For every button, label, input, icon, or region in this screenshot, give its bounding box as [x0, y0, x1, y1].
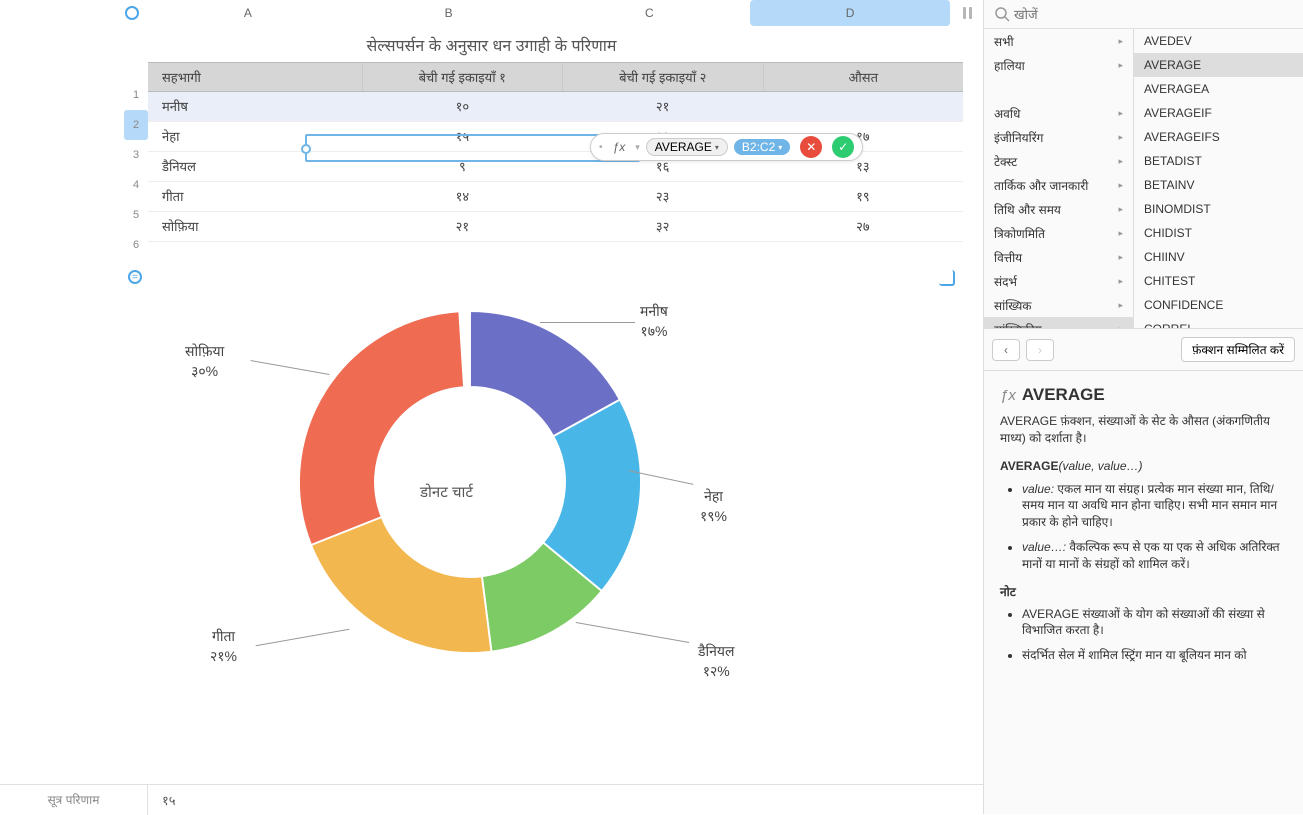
donut-chart: डोनट चार्ट मनीष१७% नेहा१९% डैनियल१२% गीत…: [0, 272, 983, 702]
formula-result-label: सूत्र परिणाम: [0, 785, 148, 815]
category-item[interactable]: तार्किक और जानकारी▸: [984, 173, 1133, 197]
function-item[interactable]: AVERAGEIF: [1134, 101, 1303, 125]
insert-function-button[interactable]: फ़ंक्शन सम्मिलित करें: [1181, 337, 1295, 362]
category-item[interactable]: तिथि और समय▸: [984, 197, 1133, 221]
col-header-b[interactable]: B: [349, 0, 550, 26]
slice-label: मनीष१७%: [640, 302, 668, 341]
category-item[interactable]: सांख्यिकीय▸: [984, 317, 1133, 328]
function-list[interactable]: AVEDEVAVERAGEAVERAGEAAVERAGEIFAVERAGEIFS…: [1134, 29, 1303, 328]
function-item[interactable]: CHIINV: [1134, 245, 1303, 269]
slice-label: नेहा१९%: [700, 487, 727, 526]
category-item[interactable]: संदर्भ▸: [984, 269, 1133, 293]
category-item[interactable]: अवधि▸: [984, 101, 1133, 125]
function-doc: ƒxAVERAGE AVERAGE फ़ंक्शन, संख्याओं के स…: [984, 371, 1303, 814]
function-item[interactable]: BETADIST: [1134, 149, 1303, 173]
function-item[interactable]: BINOMDIST: [1134, 197, 1303, 221]
slice-label: डैनियल१२%: [698, 642, 735, 681]
chart-center-label: डोनट चार्ट: [420, 482, 473, 502]
range-token[interactable]: B2:C2▾: [734, 139, 790, 155]
function-item[interactable]: BETAINV: [1134, 173, 1303, 197]
table-row[interactable]: गीता१४२३१९: [148, 182, 963, 212]
table-row[interactable]: सोफ़िया२१३२२७: [148, 212, 963, 242]
table-title: सेल्सपर्सन के अनुसार धन उगाही के परिणाम: [0, 26, 983, 62]
table-header-row: सहभागी बेची गई इकाइयाँ १ बेची गई इकाइयाँ…: [148, 62, 963, 92]
category-item[interactable]: सभी▸: [984, 29, 1133, 53]
col-header-c[interactable]: C: [550, 0, 751, 26]
category-item[interactable]: वित्तीय▸: [984, 245, 1133, 269]
function-item[interactable]: AVERAGEA: [1134, 77, 1303, 101]
nav-back-button[interactable]: ‹: [992, 339, 1020, 361]
function-browser-panel: सभी▸हालिया▸ अवधि▸इंजीनियरिंग▸टेक्स्ट▸तार्…: [983, 0, 1303, 814]
formula-result-value: १५: [148, 791, 176, 809]
function-item[interactable]: CHITEST: [1134, 269, 1303, 293]
search-input[interactable]: [1014, 7, 1297, 22]
function-item[interactable]: CONFIDENCE: [1134, 293, 1303, 317]
category-item[interactable]: सांख्यिक▸: [984, 293, 1133, 317]
search-icon: [994, 6, 1010, 22]
column-header-row: A B C D: [0, 0, 983, 26]
col-header-a[interactable]: A: [148, 0, 349, 26]
category-item[interactable]: त्रिकोणमिति▸: [984, 221, 1133, 245]
slice-label: सोफ़िया३०%: [185, 342, 224, 381]
function-item[interactable]: AVEDEV: [1134, 29, 1303, 53]
slice-label: गीता२१%: [210, 627, 237, 666]
status-bar: सूत्र परिणाम १५: [0, 784, 983, 814]
category-item[interactable]: टेक्स्ट▸: [984, 149, 1133, 173]
table-row[interactable]: मनीष१०२१: [148, 92, 963, 122]
function-item[interactable]: CHIDIST: [1134, 221, 1303, 245]
select-all-handle[interactable]: [125, 6, 139, 20]
nav-forward-button[interactable]: ›: [1026, 339, 1054, 361]
category-item[interactable]: [984, 77, 1133, 101]
category-item[interactable]: इंजीनियरिंग▸: [984, 125, 1133, 149]
col-header-d[interactable]: D: [750, 0, 951, 26]
cancel-formula-button[interactable]: ✕: [800, 136, 822, 158]
category-item[interactable]: हालिया▸: [984, 53, 1133, 77]
function-token[interactable]: AVERAGE▾: [646, 138, 728, 156]
formula-editor[interactable]: • ƒx ▾ AVERAGE▾ B2:C2▾ ✕ ✓: [590, 133, 863, 161]
fx-label: ƒx: [609, 140, 630, 154]
category-list[interactable]: सभी▸हालिया▸ अवधि▸इंजीनियरिंग▸टेक्स्ट▸तार्…: [984, 29, 1134, 328]
pause-icon[interactable]: [951, 7, 983, 19]
function-item[interactable]: AVERAGEIFS: [1134, 125, 1303, 149]
function-item[interactable]: CORREL: [1134, 317, 1303, 328]
function-item[interactable]: AVERAGE: [1134, 53, 1303, 77]
row-numbers: 1 2 3 4 5 6: [124, 80, 148, 260]
confirm-formula-button[interactable]: ✓: [832, 136, 854, 158]
